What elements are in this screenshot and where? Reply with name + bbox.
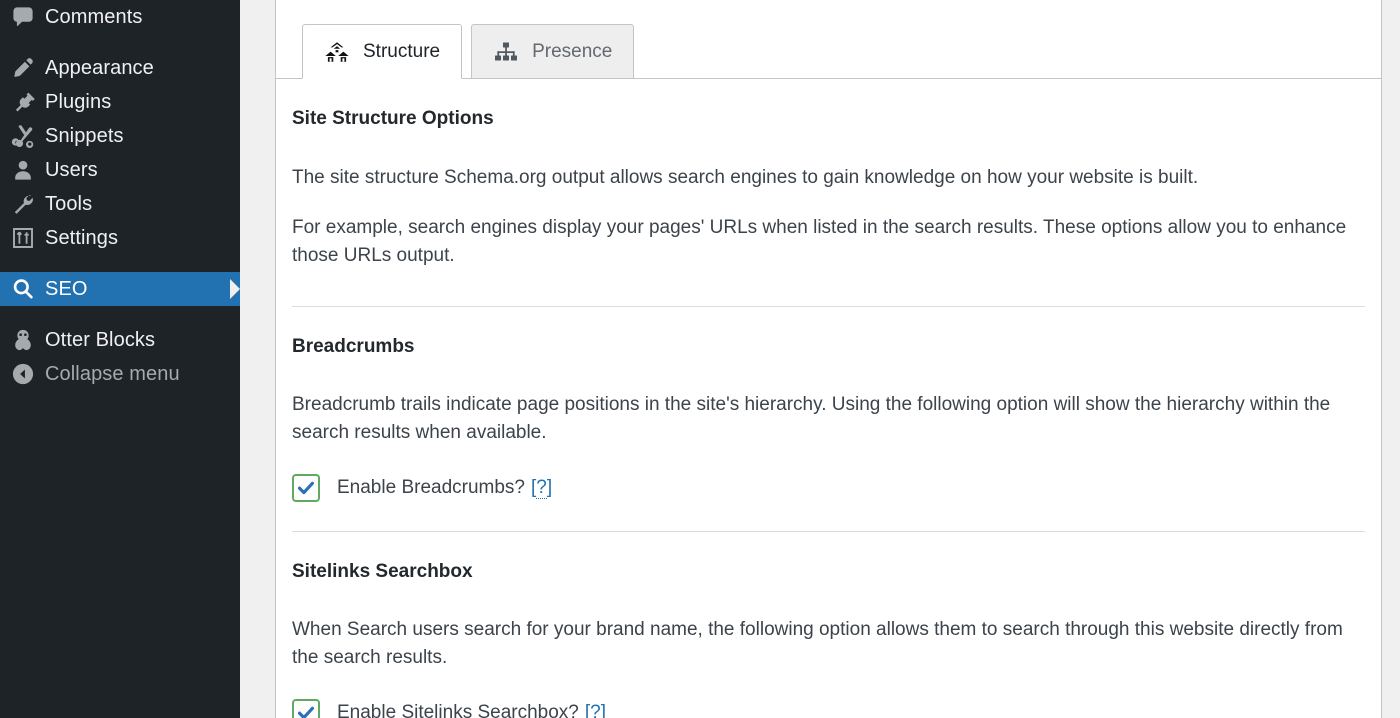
- admin-sidebar-menu: Comments Appearance Plugins Snippets Use…: [0, 0, 240, 718]
- settings-panel: Structure Presence Site Structure Option…: [275, 0, 1382, 718]
- sidebar-item-seo[interactable]: SEO: [0, 272, 240, 306]
- tab-structure[interactable]: Structure: [302, 24, 463, 79]
- sidebar-item-snippets[interactable]: Snippets: [0, 119, 240, 153]
- snippets-icon: [11, 124, 45, 148]
- sidebar-item-otter-blocks[interactable]: Otter Blocks: [0, 323, 240, 357]
- enable-sitelinks-searchbox-row: Enable Sitelinks Searchbox? [?]: [292, 699, 1365, 718]
- enable-breadcrumbs-label[interactable]: Enable Breadcrumbs?: [337, 477, 525, 499]
- sidebar-item-tools[interactable]: Tools: [0, 187, 240, 221]
- help-bracket-close: ]: [600, 702, 607, 718]
- section-heading-sitelinks-searchbox: Sitelinks Searchbox: [292, 561, 473, 583]
- plugins-icon: [11, 90, 45, 114]
- enable-breadcrumbs-checkbox[interactable]: [292, 474, 320, 503]
- sidebar-item-label: Snippets: [45, 125, 124, 147]
- comments-icon: [11, 5, 45, 29]
- appearance-icon: [11, 56, 45, 80]
- site-structure-icon: [324, 41, 350, 63]
- sidebar-item-label: Otter Blocks: [45, 329, 156, 351]
- section-paragraph: The site structure Schema.org output all…: [292, 166, 1199, 188]
- section-divider: [292, 306, 1365, 308]
- tab-presence[interactable]: Presence: [471, 24, 635, 79]
- tab-label: Structure: [363, 40, 441, 62]
- section-paragraph: For example, search engines display your…: [292, 216, 1347, 267]
- sidebar-separator: [0, 306, 240, 323]
- wordpress-admin-screen: Comments Appearance Plugins Snippets Use…: [0, 0, 1400, 718]
- sidebar-item-collapse-menu[interactable]: Collapse menu: [0, 357, 240, 391]
- section-heading-breadcrumbs: Breadcrumbs: [292, 336, 415, 358]
- section-paragraph: When Search users search for your brand …: [292, 618, 1343, 669]
- section-divider: [292, 531, 1365, 533]
- breadcrumbs-help-link[interactable]: [?]: [531, 477, 553, 500]
- sidebar-item-comments[interactable]: Comments: [0, 0, 240, 34]
- sidebar-item-label: Comments: [45, 6, 143, 28]
- sidebar-item-label: Users: [45, 159, 98, 181]
- sidebar-separator: [0, 34, 240, 51]
- enable-sitelinks-searchbox-label[interactable]: Enable Sitelinks Searchbox?: [337, 702, 579, 718]
- content-area: Structure Presence Site Structure Option…: [240, 0, 1400, 718]
- sidebar-item-label: Settings: [45, 227, 119, 249]
- settings-body: Site Structure Options The site structur…: [276, 108, 1381, 718]
- settings-icon: [11, 226, 45, 250]
- help-question-mark: ?: [536, 477, 547, 500]
- sidebar-item-label: Collapse menu: [45, 363, 180, 385]
- collapse-arrow-icon: [11, 362, 45, 386]
- sidebar-item-users[interactable]: Users: [0, 153, 240, 187]
- sidebar-item-label: SEO: [45, 278, 88, 300]
- sidebar-item-plugins[interactable]: Plugins: [0, 85, 240, 119]
- sitelinks-searchbox-help-link[interactable]: [?]: [585, 702, 606, 718]
- users-icon: [11, 158, 45, 182]
- section-heading-site-structure-options: Site Structure Options: [292, 108, 494, 129]
- sidebar-item-label: Tools: [45, 193, 93, 215]
- tab-label: Presence: [532, 40, 613, 62]
- help-question-mark: ?: [590, 702, 601, 718]
- search-icon: [11, 277, 45, 301]
- help-bracket-close: ]: [546, 477, 553, 499]
- otter-icon: [11, 328, 45, 352]
- sidebar-item-appearance[interactable]: Appearance: [0, 51, 240, 85]
- sitemap-icon: [493, 41, 519, 63]
- sidebar-item-label: Appearance: [45, 57, 154, 79]
- sidebar-item-settings[interactable]: Settings: [0, 221, 240, 255]
- sidebar-separator: [0, 255, 240, 272]
- section-paragraph: Breadcrumb trails indicate page position…: [292, 393, 1331, 444]
- settings-tab-bar: Structure Presence: [276, 0, 1381, 79]
- enable-sitelinks-searchbox-checkbox[interactable]: [292, 699, 320, 718]
- tools-icon: [11, 192, 45, 216]
- sidebar-item-label: Plugins: [45, 91, 112, 113]
- enable-breadcrumbs-row: Enable Breadcrumbs? [?]: [292, 474, 1365, 503]
